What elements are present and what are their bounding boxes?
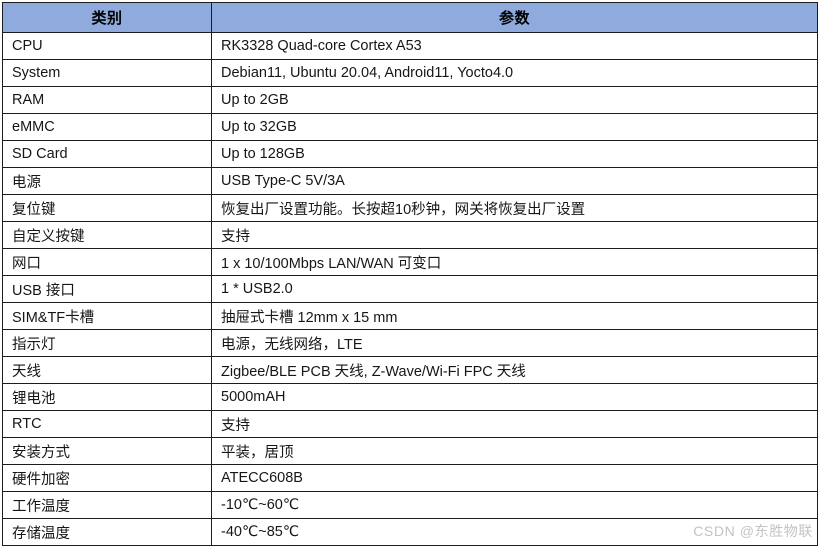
- cell-parameter: -10℃~60℃: [211, 491, 818, 519]
- table-row: CPU RK3328 Quad-core Cortex A53: [2, 32, 818, 60]
- cell-parameter: 平装，居顶: [211, 437, 818, 465]
- cell-parameter: Zigbee/BLE PCB 天线, Z-Wave/Wi-Fi FPC 天线: [211, 356, 818, 384]
- cell-parameter: RK3328 Quad-core Cortex A53: [211, 32, 818, 60]
- table-row: System Debian11, Ubuntu 20.04, Android11,…: [2, 59, 818, 87]
- table-row: 硬件加密 ATECC608B: [2, 464, 818, 492]
- cell-category: 硬件加密: [2, 464, 212, 492]
- cell-parameter: 1 x 10/100Mbps LAN/WAN 可变口: [211, 248, 818, 276]
- column-header-category: 类别: [2, 2, 212, 33]
- cell-parameter: 抽屉式卡槽 12mm x 15 mm: [211, 302, 818, 330]
- table-row: 电源 USB Type-C 5V/3A: [2, 167, 818, 195]
- cell-category: System: [2, 59, 212, 87]
- table-row: 网口 1 x 10/100Mbps LAN/WAN 可变口: [2, 248, 818, 276]
- cell-parameter: USB Type-C 5V/3A: [211, 167, 818, 195]
- cell-category: RAM: [2, 86, 212, 114]
- table-row: 工作温度 -10℃~60℃: [2, 491, 818, 519]
- table-row: RAM Up to 2GB: [2, 86, 818, 114]
- cell-category: USB 接口: [2, 275, 212, 303]
- cell-category: RTC: [2, 410, 212, 438]
- table-row: 天线 Zigbee/BLE PCB 天线, Z-Wave/Wi-Fi FPC 天线: [2, 356, 818, 384]
- cell-category: 自定义按键: [2, 221, 212, 249]
- cell-category: eMMC: [2, 113, 212, 141]
- table-header: 类别 参数: [2, 2, 818, 33]
- spec-sheet-page: 类别 参数 CPU RK3328 Quad-core Cortex A53 Syst…: [0, 0, 831, 550]
- cell-category: 工作温度: [2, 491, 212, 519]
- cell-parameter: Up to 128GB: [211, 140, 818, 168]
- cell-category: 存储温度: [2, 518, 212, 546]
- cell-category: 电源: [2, 167, 212, 195]
- table-row: SD Card Up to 128GB: [2, 140, 818, 168]
- cell-parameter: 5000mAH: [211, 383, 818, 411]
- cell-parameter: 支持: [211, 410, 818, 438]
- table-header-row: 类别 参数: [2, 2, 818, 33]
- cell-parameter: 恢复出厂设置功能。长按超10秒钟，网关将恢复出厂设置: [211, 194, 818, 222]
- cell-parameter: ATECC608B: [211, 464, 818, 492]
- table-row: 锂电池 5000mAH: [2, 383, 818, 411]
- cell-category: 网口: [2, 248, 212, 276]
- table-row: USB 接口 1 * USB2.0: [2, 275, 818, 303]
- cell-category: 锂电池: [2, 383, 212, 411]
- column-header-parameter: 参数: [211, 2, 818, 33]
- table-body: CPU RK3328 Quad-core Cortex A53 System Debi…: [2, 32, 818, 546]
- table-row: SIM&TF卡槽 抽屉式卡槽 12mm x 15 mm: [2, 302, 818, 330]
- cell-parameter: 1 * USB2.0: [211, 275, 818, 303]
- table-row: 安装方式 平装，居顶: [2, 437, 818, 465]
- cell-parameter: 支持: [211, 221, 818, 249]
- cell-parameter: 电源，无线网络，LTE: [211, 329, 818, 357]
- cell-category: 指示灯: [2, 329, 212, 357]
- cell-parameter: Up to 32GB: [211, 113, 818, 141]
- cell-category: SD Card: [2, 140, 212, 168]
- table-row: RTC 支持: [2, 410, 818, 438]
- cell-parameter: Up to 2GB: [211, 86, 818, 114]
- cell-parameter: Debian11, Ubuntu 20.04, Android11, Yocto…: [211, 59, 818, 87]
- table-row: eMMC Up to 32GB: [2, 113, 818, 141]
- cell-category: 天线: [2, 356, 212, 384]
- cell-category: CPU: [2, 32, 212, 60]
- table-row: 存储温度 -40℃~85℃: [2, 518, 818, 546]
- cell-category: 复位键: [2, 194, 212, 222]
- table-row: 复位键 恢复出厂设置功能。长按超10秒钟，网关将恢复出厂设置: [2, 194, 818, 222]
- cell-category: SIM&TF卡槽: [2, 302, 212, 330]
- table-row: 指示灯 电源，无线网络，LTE: [2, 329, 818, 357]
- table-row: 自定义按键 支持: [2, 221, 818, 249]
- cell-parameter: -40℃~85℃: [211, 518, 818, 546]
- specification-table: 类别 参数 CPU RK3328 Quad-core Cortex A53 Syst…: [2, 2, 818, 546]
- cell-category: 安装方式: [2, 437, 212, 465]
